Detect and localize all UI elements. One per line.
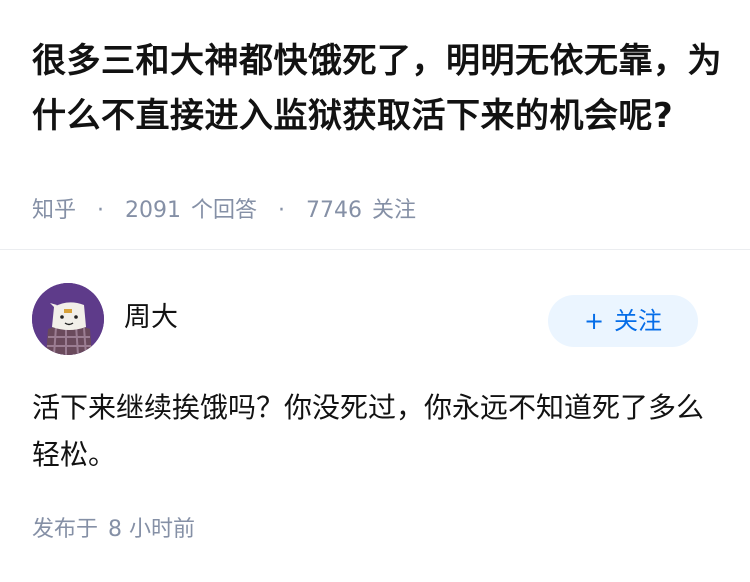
author-name[interactable]: 周大 [124, 301, 178, 335]
answer-count: 2091 [125, 198, 182, 223]
meta-separator: · [97, 198, 105, 223]
avatar[interactable] [32, 283, 104, 355]
answer-count-label: 个回答 [191, 198, 258, 223]
timestamp-prefix: 发布于 [32, 517, 99, 542]
zhihu-answer-page: 很多三和大神都快饿死了，明明无依无靠，为什么不直接进入监狱获取活下来的机会呢? … [0, 0, 750, 582]
follow-button[interactable]: + 关注 [548, 295, 698, 347]
timestamp-value: 8 小时前 [108, 517, 196, 542]
question-meta: 知乎 · 2091 个回答 · 7746 关注 [32, 196, 416, 226]
meta-separator: · [278, 198, 286, 223]
follower-count-label: 关注 [372, 198, 417, 223]
answer-content[interactable]: 活下来继续挨饿吗？你没死过，你永远不知道死了多么轻松。 [32, 384, 712, 478]
question-title[interactable]: 很多三和大神都快饿死了，明明无依无靠，为什么不直接进入监狱获取活下来的机会呢? [32, 34, 722, 144]
plus-icon: + [583, 307, 605, 335]
follow-button-label: 关注 [614, 307, 663, 335]
site-name[interactable]: 知乎 [32, 198, 76, 223]
follower-count: 7746 [306, 198, 363, 223]
answer-author-row: 周大 + 关注 [32, 283, 698, 357]
question-header: 很多三和大神都快饿死了，明明无依无靠，为什么不直接进入监狱获取活下来的机会呢? … [0, 0, 750, 250]
answer-timestamp: 发布于 8 小时前 [32, 515, 195, 545]
avatar-image [32, 283, 104, 355]
